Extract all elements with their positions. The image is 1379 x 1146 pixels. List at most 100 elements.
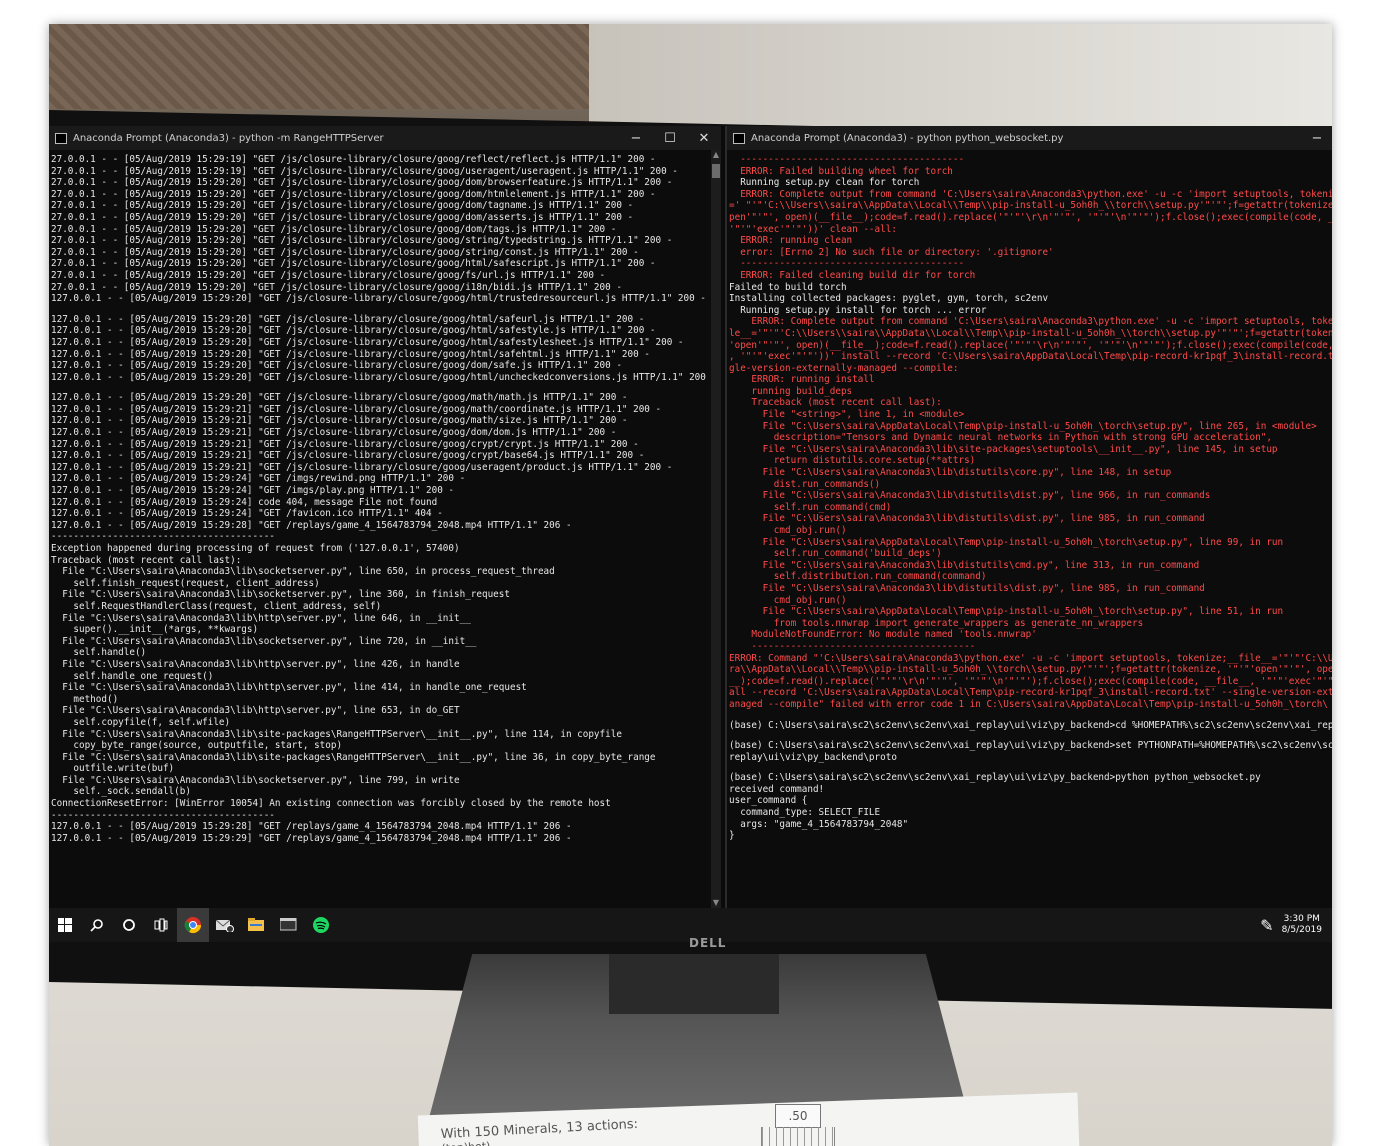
terminal-line: error: [Errno 2] No such file or directo… [729, 246, 1054, 258]
terminal-line: ERROR: Command "'C:\Users\saira\Anaconda… [729, 652, 1332, 664]
terminal-line: 27.0.0.1 - - [05/Aug/2019 15:29:19] "GET… [51, 154, 656, 165]
terminal-line: 27.0.0.1 - - [05/Aug/2019 15:29:20] "GET… [51, 188, 656, 200]
terminal-output: ----------------------------------------… [727, 150, 1332, 842]
terminal-line: self.handle() [51, 647, 147, 659]
terminal-line: File "C:\Users\saira\Anaconda3\lib\site-… [729, 443, 1278, 455]
taskbar-clock[interactable]: 3:30 PM 8/5/2019 [1282, 914, 1322, 936]
terminal-line: self.handle_one_request() [51, 670, 214, 682]
terminal-line: File "C:\Users\saira\AppData\Local\Temp\… [729, 606, 1284, 618]
terminal-window-rangehttpserver[interactable]: Anaconda Prompt (Anaconda3) - python -m … [49, 126, 721, 908]
scroll-up-icon[interactable]: ▲ [711, 150, 721, 160]
minimize-button[interactable]: − [1300, 131, 1332, 146]
terminal-line: 127.0.0.1 - - [05/Aug/2019 15:29:20] "GE… [51, 325, 656, 337]
wall-panel [49, 24, 589, 109]
terminal-line: File "C:\Users\saira\Anaconda3\lib\socke… [51, 566, 555, 578]
terminal-line: 127.0.0.1 - - [05/Aug/2019 15:29:21] "GE… [51, 438, 639, 450]
windows-start-icon[interactable] [49, 908, 81, 942]
terminal-line: 27.0.0.1 - - [05/Aug/2019 15:29:20] "GET… [51, 177, 673, 189]
file-explorer-icon[interactable] [241, 908, 273, 942]
photo-frame: Anaconda Prompt (Anaconda3) - python -m … [49, 24, 1332, 1146]
terminal-line: File "C:\Users\saira\AppData\Local\Temp\… [729, 536, 1284, 548]
maximize-button[interactable]: ☐ [653, 131, 687, 146]
minimize-button[interactable]: − [619, 131, 653, 146]
terminal-line: copy_byte_range(source, outputfile, star… [51, 740, 343, 752]
terminal-line: replay\ui\viz\py_backend\proto [729, 751, 897, 763]
terminal-line: ConnectionResetError: [WinError 10054] A… [51, 798, 611, 810]
terminal-line: 27.0.0.1 - - [05/Aug/2019 15:29:20] "GET… [51, 200, 634, 212]
terminal-window-websocket[interactable]: Anaconda Prompt (Anaconda3) - python pyt… [725, 126, 1332, 908]
terminal-line: pen'"'"', open)(__file__);code=f.read().… [729, 211, 1332, 223]
terminal-line: self._sock.sendall(b) [51, 786, 191, 798]
terminal-line: Exception happened during processing of … [51, 543, 460, 554]
clock-date: 8/5/2019 [1281, 925, 1322, 935]
terminal-line: 27.0.0.1 - - [05/Aug/2019 15:29:20] "GET… [51, 269, 606, 281]
terminal-line: gle-version-externally-managed --compile… [729, 362, 959, 374]
terminal-icon[interactable] [273, 908, 305, 942]
terminal-line: File "C:\Users\saira\Anaconda3\lib\distu… [729, 582, 1205, 594]
terminal-line: ---------------------------------------- [729, 640, 976, 652]
terminal-line: Failed to build torch [729, 281, 847, 293]
task-view-icon[interactable] [145, 908, 177, 942]
terminal-line: '"'"'exec'"'"'))' clean --all: [729, 223, 897, 235]
terminal-line: 127.0.0.1 - - [05/Aug/2019 15:29:29] "GE… [51, 832, 572, 844]
paper-diagram-lines [761, 1127, 835, 1146]
cortana-icon[interactable] [113, 908, 145, 942]
terminal-line: 127.0.0.1 - - [05/Aug/2019 15:29:20] "GE… [51, 371, 706, 383]
terminal-line: ---------------------------------------- [51, 809, 275, 821]
terminal-line: self.run_command('build_deps') [729, 548, 942, 560]
terminal-app-icon [733, 132, 745, 144]
terminal-line: File "C:\Users\saira\Anaconda3\lib\socke… [51, 774, 460, 786]
terminal-line: 27.0.0.1 - - [05/Aug/2019 15:29:20] "GET… [51, 235, 673, 247]
terminal-line: self.finish_request(request, client_addr… [51, 577, 320, 589]
scroll-down-icon[interactable]: ▼ [711, 898, 721, 908]
mail-icon[interactable] [209, 908, 241, 942]
close-button[interactable]: ✕ [687, 131, 721, 146]
terminal-line: (base) C:\Users\saira\sc2\sc2env\sc2env\… [729, 719, 1332, 731]
terminal-line: super().__init__(*args, **kwargs) [51, 624, 259, 636]
terminal-line: Running setup.py clean for torch [729, 177, 920, 189]
terminal-line: ---------------------------------------- [729, 154, 965, 165]
pen-icon[interactable]: ✎ [1260, 916, 1273, 935]
terminal-line: ra\\AppData\\Local\\Temp\\pip-install-u_… [729, 664, 1332, 676]
window-title: Anaconda Prompt (Anaconda3) - python -m … [73, 132, 384, 144]
window-title: Anaconda Prompt (Anaconda3) - python pyt… [751, 132, 1064, 144]
terminal-line: ERROR: running install [729, 374, 875, 386]
chrome-icon[interactable] [177, 908, 209, 942]
terminal-line: File "C:\Users\saira\Anaconda3\lib\http\… [51, 612, 471, 624]
terminal-line: received command! [729, 783, 825, 795]
terminal-line: File "C:\Users\saira\Anaconda3\lib\distu… [729, 467, 1172, 479]
search-icon[interactable] [81, 908, 113, 942]
terminal-line: 127.0.0.1 - - [05/Aug/2019 15:29:24] "GE… [51, 508, 443, 520]
terminal-line: Running setup.py install for torch ... e… [729, 304, 987, 316]
terminal-line: 127.0.0.1 - - [05/Aug/2019 15:29:28] "GE… [51, 821, 572, 833]
terminal-line: File "C:\Users\saira\Anaconda3\lib\distu… [729, 490, 1211, 502]
terminal-line: 27.0.0.1 - - [05/Aug/2019 15:29:20] "GET… [51, 281, 622, 293]
terminal-line: dist.run_commands() [729, 478, 881, 490]
terminal-line: File "C:\Users\saira\Anaconda3\lib\distu… [729, 513, 1205, 525]
terminal-line: 27.0.0.1 - - [05/Aug/2019 15:29:20] "GET… [51, 246, 639, 258]
terminal-line: outfile.write(buf) [51, 763, 175, 775]
terminal-line: 127.0.0.1 - - [05/Aug/2019 15:29:24] "GE… [51, 485, 454, 497]
terminal-line: File "C:\Users\saira\Anaconda3\lib\distu… [729, 559, 1200, 571]
terminal-line: method() [51, 693, 119, 705]
window-titlebar[interactable]: Anaconda Prompt (Anaconda3) - python pyt… [727, 126, 1332, 150]
terminal-output: 27.0.0.1 - - [05/Aug/2019 15:29:19] "GET… [49, 150, 721, 844]
vertical-scrollbar[interactable]: ▲ ▼ [711, 150, 721, 908]
terminal-line: Installing collected packages: pyglet, g… [729, 293, 1049, 305]
window-titlebar[interactable]: Anaconda Prompt (Anaconda3) - python -m … [49, 126, 721, 150]
window-controls: − ☐ ✕ [619, 131, 721, 146]
paper-diagram-box: .50 [775, 1104, 821, 1128]
terminal-line: 27.0.0.1 - - [05/Aug/2019 15:29:20] "GET… [51, 211, 634, 223]
terminal-line: } [729, 830, 735, 842]
terminal-line: user_command { [729, 795, 808, 807]
terminal-app-icon [55, 132, 67, 144]
terminal-line: cmd_obj.run() [729, 594, 847, 606]
terminal-line: 127.0.0.1 - - [05/Aug/2019 15:29:21] "GE… [51, 461, 673, 473]
spotify-icon[interactable] [305, 908, 337, 942]
terminal-line: command_type: SELECT_FILE [729, 807, 881, 819]
scrollbar-thumb[interactable] [712, 164, 720, 178]
terminal-line: ModuleNotFoundError: No module named 'to… [729, 629, 1037, 641]
terminal-line: ---------------------------------------- [729, 258, 965, 270]
